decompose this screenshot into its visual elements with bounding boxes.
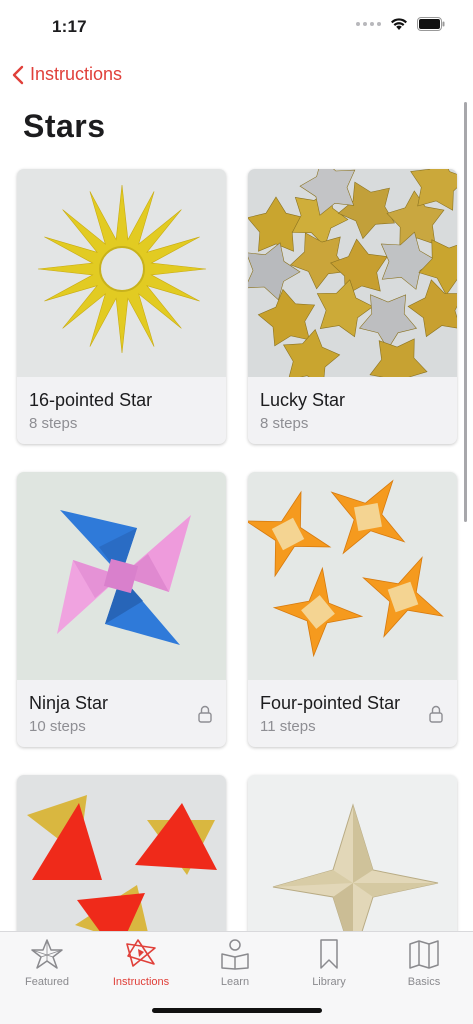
back-button[interactable]: Instructions xyxy=(12,64,122,85)
tab-library[interactable]: Library xyxy=(282,936,376,988)
tab-basics[interactable]: Basics xyxy=(377,936,471,988)
card-steps: 8 steps xyxy=(260,415,309,432)
tab-label: Library xyxy=(312,976,346,988)
card-caption: Ninja Star 10 steps xyxy=(17,680,226,747)
lock-icon xyxy=(429,705,443,723)
wifi-icon xyxy=(391,18,407,30)
card-caption: Four-pointed Star 11 steps xyxy=(248,680,457,747)
star-outline-icon xyxy=(31,939,63,969)
card-caption: Lucky Star 8 steps xyxy=(248,377,457,444)
tab-label: Instructions xyxy=(112,976,170,988)
card-title: Lucky Star xyxy=(260,390,346,410)
page-title: Stars xyxy=(23,108,106,144)
tab-label: Basics xyxy=(407,976,441,988)
cellular-signal-icon xyxy=(356,22,381,26)
status-bar: 1:17 xyxy=(0,0,473,54)
card-title: Ninja Star xyxy=(29,693,109,713)
tab-instructions[interactable]: Instructions xyxy=(94,936,188,988)
person-book-icon xyxy=(221,939,249,970)
status-time: 1:17 xyxy=(52,17,87,36)
card-steps: 8 steps xyxy=(29,415,78,432)
battery-icon xyxy=(417,17,445,31)
lock-icon xyxy=(198,705,212,723)
card-title: Four-pointed Star xyxy=(260,693,401,713)
tab-featured[interactable]: Featured xyxy=(0,936,94,988)
card-four-pointed-star[interactable]: Four-pointed Star 11 steps xyxy=(248,472,457,747)
card-image xyxy=(248,472,457,680)
origami-star-icon xyxy=(126,939,156,967)
back-button-label: Instructions xyxy=(30,64,123,84)
gold-silver-lucky-stars-image xyxy=(248,169,457,377)
tab-label: Featured xyxy=(24,976,70,988)
chevron-left-icon xyxy=(12,65,24,84)
orange-four-point-stars-image xyxy=(248,472,457,680)
card-lucky-star[interactable]: Lucky Star 8 steps xyxy=(248,169,457,444)
card-steps: 10 steps xyxy=(29,718,86,735)
tab-label: Learn xyxy=(220,976,250,988)
card-title: 16-pointed Star xyxy=(29,390,153,410)
tab-learn[interactable]: Learn xyxy=(188,936,282,988)
card-caption: 16-pointed Star 8 steps xyxy=(17,377,226,444)
home-indicator xyxy=(152,1008,322,1013)
blue-pink-ninja-star-image xyxy=(17,472,226,680)
card-image xyxy=(17,169,226,377)
status-icons xyxy=(356,17,445,31)
scrollbar[interactable] xyxy=(464,102,467,522)
card-ninja-star[interactable]: Ninja Star 10 steps xyxy=(17,472,226,747)
card-image xyxy=(248,169,457,377)
card-image xyxy=(17,472,226,680)
card-16-pointed-star[interactable]: 16-pointed Star 8 steps xyxy=(17,169,226,444)
card-steps: 11 steps xyxy=(260,718,316,735)
bookmark-icon xyxy=(320,939,338,969)
map-icon xyxy=(409,940,439,969)
yellow-sixteen-point-star-image xyxy=(17,169,226,377)
